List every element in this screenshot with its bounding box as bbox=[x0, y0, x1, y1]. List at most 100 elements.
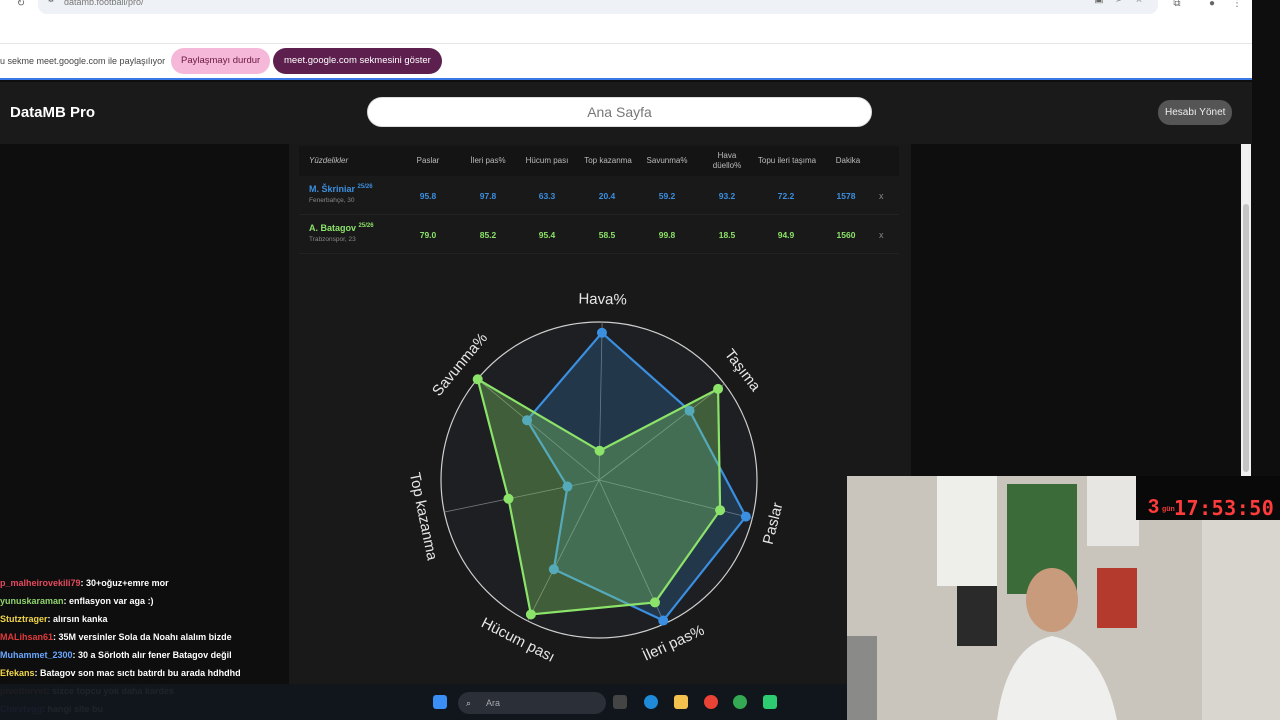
search-icon: ⌕ bbox=[466, 698, 472, 708]
column-header[interactable]: Hücum pası bbox=[519, 146, 575, 176]
table-cell: 95.8 bbox=[419, 190, 437, 201]
radar-data-point bbox=[503, 493, 514, 504]
windows-start-icon[interactable] bbox=[433, 695, 447, 709]
column-header[interactable]: Topu ileri taşıma bbox=[757, 146, 817, 176]
chat-message: yunuskaraman: enflasyon var aga :) bbox=[0, 592, 560, 610]
chat-username[interactable]: Stutztrager bbox=[0, 614, 48, 624]
player-name[interactable]: A. Batagov 25/26 bbox=[309, 223, 374, 233]
translate-icon[interactable]: ▣ bbox=[1092, 0, 1106, 6]
stop-sharing-button[interactable]: Paylaşmayı durdur bbox=[171, 48, 271, 74]
table-cell: 79.0 bbox=[419, 229, 437, 240]
table-cell: 63.3 bbox=[538, 190, 556, 201]
table-cell: 20.4 bbox=[598, 190, 616, 201]
table-cell: 99.8 bbox=[658, 229, 676, 240]
chat-message: p_malheirovekili79: 30+oğuz+emre mor bbox=[0, 574, 560, 592]
app-icon[interactable] bbox=[763, 695, 777, 709]
chat-text: : 35M versinler Sola da Noahı alalım biz… bbox=[53, 632, 232, 642]
show-tab-button[interactable]: meet.google.com sekmesini göster bbox=[273, 48, 442, 74]
timer-clock: 17:53:50 bbox=[1174, 496, 1275, 520]
column-header[interactable]: Top kazanma bbox=[583, 146, 633, 176]
app-header: DataMB Pro Ana Sayfa Hesabı Yönet bbox=[0, 82, 1252, 144]
chat-text: : alırsın kanka bbox=[47, 614, 108, 624]
zoom-icon[interactable]: ⌕ bbox=[1112, 0, 1126, 6]
radar-data-point bbox=[472, 374, 483, 385]
chat-text: : 30 a Sörloth alır fener Batagov değil bbox=[72, 650, 232, 660]
column-header[interactable]: Paslar bbox=[403, 146, 453, 176]
radar-data-point bbox=[740, 511, 751, 522]
file-explorer-icon[interactable] bbox=[674, 695, 688, 709]
table-cell: 1578 bbox=[836, 190, 856, 201]
remove-player-button[interactable]: x bbox=[879, 215, 884, 254]
table-cell: 97.8 bbox=[479, 190, 497, 201]
brand-logo[interactable]: DataMB Pro bbox=[10, 104, 95, 121]
radar-data-point bbox=[715, 505, 726, 516]
radar-axis-label: Top kazanma bbox=[406, 471, 441, 562]
scrollbar-thumb[interactable] bbox=[1243, 204, 1249, 472]
edge-browser-icon[interactable] bbox=[644, 695, 658, 709]
profile-avatar[interactable]: ● bbox=[1205, 0, 1219, 10]
chat-username[interactable]: Muhammet_2300 bbox=[0, 650, 73, 660]
chat-message: Stutztrager: alırsın kanka bbox=[0, 610, 560, 628]
chat-text: : enflasyon var aga :) bbox=[63, 596, 154, 606]
chat-text: : Batagov son mac sıctı batırdı bu arada… bbox=[34, 668, 241, 678]
chrome-profile-icon[interactable] bbox=[733, 695, 747, 709]
manage-account-button[interactable]: Hesabı Yönet bbox=[1158, 100, 1233, 125]
player-club: Trabzonspor, 23 bbox=[309, 236, 356, 243]
column-header[interactable]: İleri pas% bbox=[463, 146, 513, 176]
radar-axis-label: Hava% bbox=[578, 291, 627, 309]
chat-message: Efekans: Batagov son mac sıctı batırdı b… bbox=[0, 664, 560, 682]
column-header[interactable]: Savunma% bbox=[639, 146, 695, 176]
stream-timer: 3 gün 17:53:50 bbox=[1136, 476, 1280, 520]
radar-data-point bbox=[649, 597, 660, 608]
radar-axis-label: Paslar bbox=[760, 501, 787, 546]
reload-icon[interactable]: ↻ bbox=[14, 0, 28, 10]
radar-data-point bbox=[594, 445, 605, 456]
player-club: Fenerbahçe, 30 bbox=[309, 197, 355, 204]
table-cell: 58.5 bbox=[598, 229, 616, 240]
chat-username[interactable]: MALihsan61 bbox=[0, 632, 53, 642]
remove-player-button[interactable]: x bbox=[879, 176, 884, 215]
chat-username[interactable]: yunuskaraman bbox=[0, 596, 64, 606]
windows-taskbar: ⌕ Ara bbox=[0, 684, 847, 720]
column-header: Yüzdelikler bbox=[309, 156, 349, 165]
chat-message: Muhammet_2300: 30 a Sörloth alır fener B… bbox=[0, 646, 560, 664]
menu-kebab-icon[interactable]: ⋮ bbox=[1230, 0, 1244, 10]
table-row: A. Batagov 25/26 Trabzonspor, 23 79.0 85… bbox=[299, 215, 899, 254]
table-cell: 85.2 bbox=[479, 229, 497, 240]
bookmark-star-icon[interactable]: ☆ bbox=[1132, 0, 1146, 6]
browser-chrome: ↻ ⚙ datamb.football/pro/ ▣ ⌕ ☆ ⧉ ● ⋮ bbox=[0, 0, 1252, 44]
site-info-icon[interactable]: ⚙ bbox=[44, 0, 58, 6]
table-cell: 18.5 bbox=[718, 229, 736, 240]
chat-message: MALihsan61: 35M versinler Sola da Noahı … bbox=[0, 628, 560, 646]
timer-day-count: 3 bbox=[1148, 496, 1160, 518]
screen-share-bar: u sekme meet.google.com ile paylaşılıyor… bbox=[0, 44, 1252, 80]
address-url: datamb.football/pro/ bbox=[64, 0, 144, 7]
table-cell: 94.9 bbox=[777, 229, 795, 240]
extensions-icon[interactable]: ⧉ bbox=[1170, 0, 1184, 10]
table-cell: 72.2 bbox=[777, 190, 795, 201]
taskbar-search[interactable]: ⌕ Ara bbox=[458, 692, 606, 714]
home-search-bar[interactable]: Ana Sayfa bbox=[367, 97, 872, 127]
radar-data-point bbox=[713, 383, 724, 394]
radar-data-point bbox=[658, 615, 669, 626]
address-bar[interactable]: ⚙ datamb.football/pro/ ▣ ⌕ ☆ bbox=[38, 0, 1158, 14]
share-message: u sekme meet.google.com ile paylaşılıyor bbox=[0, 56, 166, 66]
timer-day-label: gün bbox=[1162, 506, 1175, 513]
chrome-icon[interactable] bbox=[704, 695, 718, 709]
table-header: Yüzdelikler Paslar İleri pas% Hücum pası… bbox=[299, 146, 899, 176]
chat-username[interactable]: Efekans bbox=[0, 668, 35, 678]
column-header[interactable]: Dakika bbox=[823, 146, 873, 176]
page-scrollbar[interactable] bbox=[1241, 144, 1251, 476]
taskbar-search-label: Ara bbox=[486, 698, 501, 708]
percentile-table: Yüzdelikler Paslar İleri pas% Hücum pası… bbox=[299, 146, 899, 254]
table-cell: 1560 bbox=[836, 229, 856, 240]
table-row: M. Škriniar 25/26 Fenerbahçe, 30 95.8 97… bbox=[299, 176, 899, 215]
task-view-icon[interactable] bbox=[613, 695, 627, 709]
table-cell: 93.2 bbox=[718, 190, 736, 201]
column-header[interactable]: Hava düello% bbox=[703, 146, 751, 176]
player-name[interactable]: M. Škriniar 25/26 bbox=[309, 184, 373, 194]
chat-text: : 30+oğuz+emre mor bbox=[80, 578, 169, 588]
chat-username[interactable]: p_malheirovekili79 bbox=[0, 578, 81, 588]
table-cell: 59.2 bbox=[658, 190, 676, 201]
radar-data-point bbox=[596, 327, 607, 338]
